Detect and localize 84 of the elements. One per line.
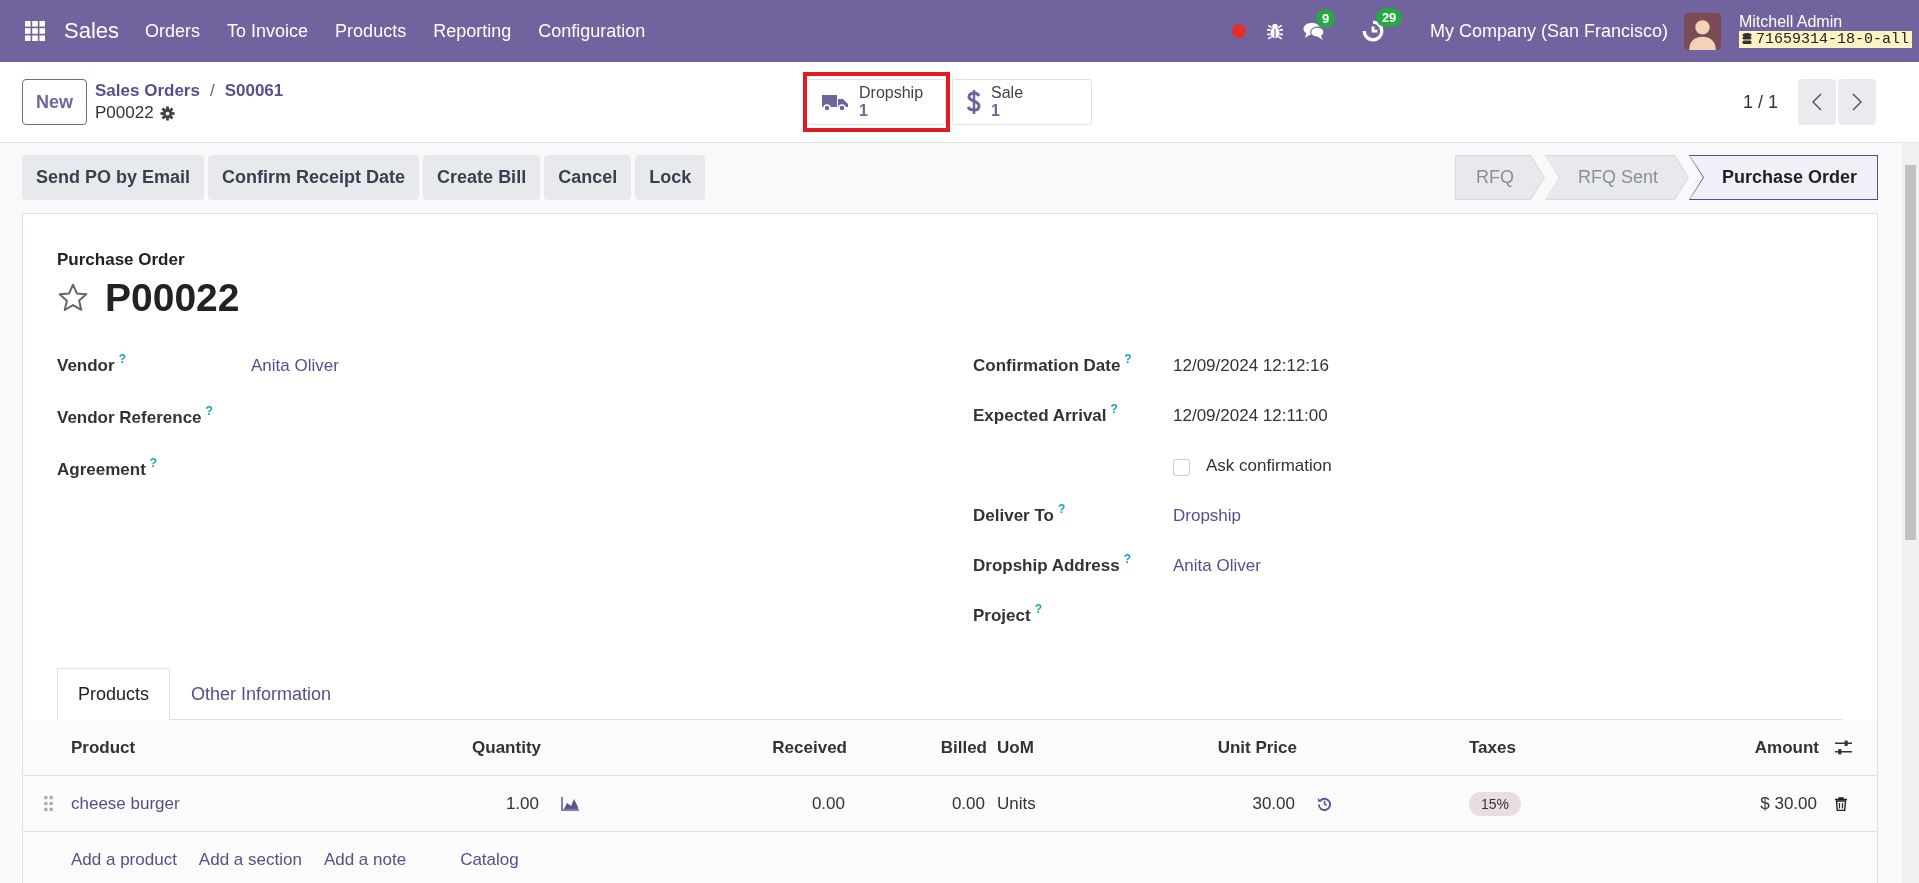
action-button[interactable]: Send PO by Email — [22, 155, 205, 200]
field-value[interactable]: 12/09/2024 12:12:16 — [1173, 356, 1329, 376]
scrollbar[interactable] — [1902, 143, 1919, 883]
recording-dot-icon[interactable] — [1231, 24, 1246, 38]
table-cell-text: Units — [996, 793, 1037, 814]
action-button[interactable]: Confirm Receipt Date — [208, 155, 420, 200]
history-icon[interactable] — [1317, 796, 1332, 811]
message-count-badge: 9 — [1315, 9, 1336, 28]
clock-icon[interactable] — [1361, 20, 1384, 42]
smart-button[interactable]: Dropship 1 — [806, 79, 946, 125]
action-button[interactable]: Cancel — [544, 155, 632, 200]
column-header[interactable]: Unit Price — [1187, 737, 1297, 758]
checkbox-label: Ask confirmation — [1206, 456, 1332, 476]
record-name: P00022 — [95, 103, 154, 123]
status-step[interactable]: Purchase Order — [1688, 155, 1878, 200]
table-cell-text: $ 30.00 — [1759, 793, 1818, 814]
table-cell-text: 1.00 — [504, 793, 540, 814]
table-cell-text: 0.00 — [810, 793, 846, 814]
field-label: Vendor — [57, 356, 115, 376]
add-line-link[interactable]: Add a note — [323, 850, 407, 870]
column-header[interactable]: Taxes — [1357, 737, 1637, 758]
table-cell-text: 30.00 — [1251, 793, 1296, 814]
column-header[interactable]: Amount — [1637, 737, 1819, 758]
breadcrumb-separator: / — [209, 81, 215, 101]
pager-value: 1 / 1 — [1742, 91, 1778, 113]
bug-icon[interactable] — [1265, 22, 1284, 40]
field-label: Vendor Reference — [57, 408, 202, 428]
sliders-icon[interactable] — [1835, 740, 1852, 755]
table-cell-text: 0.00 — [950, 793, 986, 814]
scrollbar-thumb[interactable] — [1905, 165, 1916, 540]
add-line-link[interactable]: Add a product — [71, 850, 177, 870]
truck-icon — [821, 92, 849, 112]
column-header[interactable]: Quantity — [397, 737, 541, 758]
menu-item[interactable]: Reporting — [433, 20, 512, 42]
star-icon[interactable] — [57, 282, 89, 314]
field-value[interactable]: Anita Oliver — [1173, 556, 1261, 576]
field-label: Deliver To — [973, 506, 1054, 526]
chevron-right-icon — [1852, 93, 1862, 111]
new-button[interactable]: New — [22, 79, 87, 125]
checkbox[interactable] — [1173, 459, 1190, 476]
field-label: Dropship Address — [973, 556, 1120, 576]
tab[interactable]: Products — [57, 668, 171, 720]
column-header[interactable]: Billed — [847, 737, 987, 758]
gear-icon[interactable] — [159, 105, 175, 121]
chevron-left-icon — [1812, 93, 1822, 111]
app-name[interactable]: Sales — [64, 18, 120, 44]
database-icon — [1741, 33, 1752, 46]
add-line-link[interactable]: Add a section — [198, 850, 302, 870]
trash-icon[interactable] — [1835, 796, 1847, 811]
activity-count-badge: 29 — [1375, 8, 1403, 27]
menu-item[interactable]: Products — [335, 20, 407, 42]
field-value[interactable]: 12/09/2024 12:11:00 — [1173, 406, 1328, 426]
database-name: 71659314-18-0-all — [1755, 31, 1909, 48]
record-title: P00022 — [105, 276, 240, 320]
menu-item[interactable]: Orders — [145, 20, 201, 42]
add-line-link[interactable]: Catalog — [460, 850, 519, 870]
breadcrumb-link[interactable]: Sales Orders — [95, 81, 200, 101]
product-cell[interactable]: cheese burger — [67, 793, 397, 814]
field-label: Agreement — [57, 460, 146, 480]
field-value[interactable]: Dropship — [1173, 506, 1242, 526]
menu-item[interactable]: Configuration — [538, 20, 646, 42]
column-header[interactable]: UoM — [987, 737, 1187, 758]
field-label: Project — [973, 606, 1031, 626]
chat-icon[interactable] — [1301, 21, 1326, 41]
field-label: Confirmation Date — [973, 356, 1121, 376]
form-type-label: Purchase Order — [57, 250, 186, 270]
field-value[interactable]: Anita Oliver — [251, 356, 339, 376]
action-button[interactable]: Lock — [635, 155, 706, 200]
column-header[interactable]: Product — [67, 737, 397, 758]
apps-grid-icon[interactable] — [25, 21, 45, 41]
field-label: Expected Arrival — [973, 406, 1107, 426]
action-button[interactable]: Create Bill — [423, 155, 541, 200]
menu-item[interactable]: To Invoice — [227, 20, 309, 42]
column-header[interactable]: Received — [601, 737, 847, 758]
tab[interactable]: Other Information — [170, 668, 353, 720]
avatar-icon[interactable] — [1683, 12, 1721, 50]
smart-button[interactable]: Sale 1 — [952, 79, 1092, 125]
drag-handle-icon[interactable] — [44, 796, 53, 811]
company-switcher[interactable]: My Company (San Francisco) — [1429, 20, 1668, 42]
tax-tag: 15% — [1469, 791, 1522, 816]
area-chart-icon[interactable] — [561, 796, 579, 811]
breadcrumb-link[interactable]: S00061 — [224, 81, 284, 101]
dollar-icon — [967, 89, 981, 115]
user-name[interactable]: Mitchell Admin — [1738, 13, 1912, 31]
